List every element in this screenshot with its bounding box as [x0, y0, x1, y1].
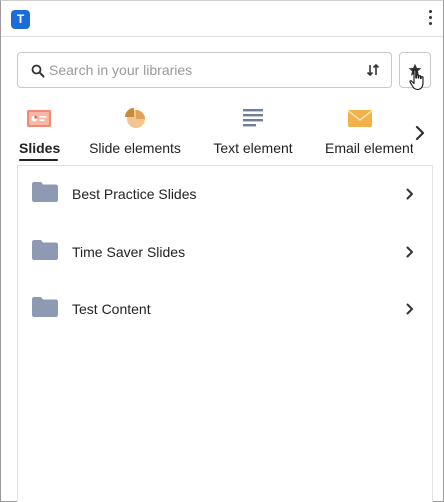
folder-icon	[32, 182, 58, 202]
tab-slide-elements[interactable]: Slide elements	[89, 101, 181, 163]
tab-email-element[interactable]: Email element	[324, 101, 413, 163]
folder-row[interactable]: Time Saver Slides	[18, 224, 432, 282]
folder-name: Test Content	[72, 301, 151, 317]
hand-cursor-icon	[409, 69, 424, 91]
folder-name: Time Saver Slides	[72, 244, 186, 260]
folder-icon	[32, 240, 58, 260]
folder-row[interactable]: Best Practice Slides	[18, 166, 432, 224]
sort-icon[interactable]	[366, 63, 380, 77]
folder-name: Best Practice Slides	[72, 186, 197, 202]
folder-row[interactable]: Test Content	[18, 281, 432, 339]
tab-label: Slide elements	[89, 140, 181, 156]
add-in-panel: T Search in your libraries Slides Slide …	[0, 0, 444, 502]
folder-icon	[32, 297, 58, 317]
app-logo: T	[11, 10, 30, 29]
tab-label: Slides	[19, 140, 61, 156]
tab-label: Email element	[325, 140, 413, 156]
tab-slides[interactable]: Slides	[19, 101, 61, 163]
tab-label: Text element	[213, 140, 293, 156]
more-options-icon[interactable]	[427, 10, 433, 28]
tabs-scroll-right-icon[interactable]	[413, 125, 427, 141]
chevron-right-icon	[406, 303, 413, 315]
envelope-icon	[348, 110, 372, 127]
text-lines-icon	[243, 109, 263, 127]
search-input[interactable]	[49, 53, 349, 87]
top-bar: T	[1, 1, 443, 37]
content-type-tabs: Slides Slide elements Text element Email…	[1, 101, 413, 163]
slides-icon	[26, 110, 51, 127]
search-icon	[31, 64, 45, 78]
chevron-right-icon	[406, 246, 413, 258]
active-tab-indicator	[19, 159, 58, 161]
folder-list: Best Practice Slides Time Saver Slides T…	[17, 165, 433, 502]
search-box	[17, 52, 392, 88]
pie-chart-icon	[125, 108, 145, 128]
chevron-right-icon	[406, 188, 413, 200]
tab-text-element[interactable]: Text element	[212, 101, 294, 163]
